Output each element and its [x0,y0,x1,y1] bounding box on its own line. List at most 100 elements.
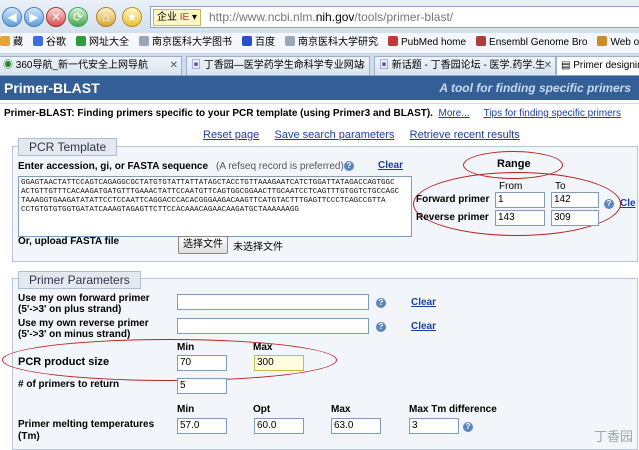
upload-label: Or, upload FASTA file [18,236,120,247]
tab-strip: ◉ 360导航_新一代安全上网导航 ✕ ▣ 丁香园—医学药学生命科学专业网站 ✕ ▣… [0,54,639,76]
reverse-from-input[interactable]: 143 [495,210,545,226]
bookmark-label: 藏 [13,37,23,48]
tab-360-nav[interactable]: ◉ 360导航_新一代安全上网导航 ✕ [0,56,182,75]
num-primers-input[interactable]: 5 [177,378,227,394]
bookmark-label: 南京医科大学图书 [152,37,232,48]
bookmark-item[interactable]: 藏 [0,33,23,53]
bookmark-item[interactable]: 南京医科大学图书 [139,33,232,53]
bookmark-favicon-icon [76,36,86,46]
favorites-star-icon[interactable]: ★ [122,7,142,27]
dxy-logo-icon: ▣ [379,60,389,71]
bookmark-item[interactable]: Web of Science [v.5. [597,33,639,53]
bookmark-favicon-icon [388,36,398,46]
close-tab-icon[interactable]: ✕ [544,57,552,75]
globe-icon: ◉ [3,60,13,71]
own-forward-sublabel: (5'->3' on plus strand) [18,304,122,315]
bookmark-item[interactable]: 谷歌 [33,33,66,53]
range-label: Range [497,158,531,170]
help-icon[interactable]: ? [604,199,614,209]
close-tab-icon[interactable]: ✕ [170,57,178,75]
tips-link[interactable]: Tips for finding specific primers [484,108,621,119]
page-actions: Reset page Save search parameters Retrie… [203,129,520,141]
page-header: Primer-BLAST A tool for finding specific… [0,76,639,100]
forward-primer-range-label: Forward primer [416,194,490,205]
help-icon[interactable]: ? [376,322,386,332]
tm-opt-input[interactable]: 60.0 [254,418,304,434]
tm-min-input[interactable]: 57.0 [177,418,227,434]
close-tab-icon[interactable]: ✕ [358,57,366,75]
primer-parameters-legend: Primer Parameters [18,271,141,289]
tm-min-label: Min [177,404,195,415]
range-to-label: To [555,181,566,192]
file-status: 未选择文件 [233,242,283,253]
bookmark-label: PubMed home [401,37,467,48]
own-forward-label: Use my own forward primer [18,293,150,304]
bookmark-label: Web of Science [v.5. [610,37,639,48]
bookmark-label: 百度 [255,37,275,48]
address-url[interactable]: http://www.ncbi.nlm.nih.gov/tools/primer… [209,10,453,24]
reverse-to-input[interactable]: 309 [551,210,599,226]
tm-opt-label: Opt [253,404,271,415]
page-icon: ▤ [561,60,571,71]
help-icon[interactable]: ? [463,422,473,432]
back-icon[interactable]: ◀ [2,7,22,27]
forward-from-input[interactable]: 1 [495,192,545,208]
product-min-label: Min [177,342,195,353]
bookmark-item[interactable]: 南京医科大学研究 [285,33,378,53]
browser-toolbar: ◀ ▶ ✕ ⟳ ⌂ ★ 企业 IE ▾ http://www.ncbi.nlm.… [0,0,639,34]
bookmark-favicon-icon [285,36,295,46]
refresh-icon[interactable]: ⟳ [68,7,88,27]
product-size-label: PCR product size [18,356,110,368]
bookmark-item[interactable]: 网址大全 [76,33,129,53]
tab-dxy-home[interactable]: ▣ 丁香园—医学药学生命科学专业网站 ✕ [186,56,370,75]
sequence-textarea[interactable]: GGAGTAACTATTCCAGTCAGAGGCGCTATGTGTATTATTA… [18,176,412,237]
clear-reverse-primer-link[interactable]: Clear [411,321,436,332]
tab-dxy-forum[interactable]: ▣ 新话题 - 丁香园论坛 - 医学.药学.生 ✕ [374,56,556,75]
accession-hint: (A refseq record is preferred) [216,161,344,172]
description-bar: Primer-BLAST: Finding primers specific t… [0,103,639,124]
more-link[interactable]: More... [439,108,470,119]
forward-icon[interactable]: ▶ [24,7,44,27]
reverse-primer-range-label: Reverse primer [416,212,489,223]
choose-file-button[interactable]: 选择文件 [178,236,228,254]
reset-page-link[interactable]: Reset page [203,129,259,141]
bookmark-item[interactable]: Ensembl Genome Bro [476,33,587,53]
bookmark-favicon-icon [476,36,487,46]
clear-range-link[interactable]: Cle [620,198,636,209]
num-primers-label: # of primers to return [18,379,120,390]
bookmark-label: Ensembl Genome Bro [489,37,588,48]
bookmark-favicon-icon [139,36,149,46]
clear-forward-primer-link[interactable]: Clear [411,297,436,308]
bookmark-item[interactable]: 百度 [242,33,275,53]
address-bar[interactable]: 企业 IE ▾ http://www.ncbi.nlm.nih.gov/tool… [150,6,639,28]
product-min-input[interactable]: 70 [177,355,227,371]
tm-max-input[interactable]: 63.0 [331,418,381,434]
own-forward-primer-input[interactable] [177,294,369,310]
retrieve-results-link[interactable]: Retrieve recent results [410,129,520,141]
description-text: Primer-BLAST: Finding primers specific t… [4,108,433,119]
bookmark-favicon-icon [0,36,10,46]
page-title: Primer-BLAST [4,80,100,96]
own-reverse-label: Use my own reverse primer [18,318,149,329]
bookmark-item[interactable]: PubMed home [388,33,466,53]
home-icon[interactable]: ⌂ [96,7,116,27]
bookmark-label: 南京医科大学研究 [298,37,378,48]
own-reverse-primer-input[interactable] [177,318,369,334]
bookmark-favicon-icon [597,36,608,46]
help-icon[interactable]: ? [376,298,386,308]
product-max-label: Max [253,342,273,353]
product-max-input[interactable]: 300 [254,355,304,371]
own-reverse-sublabel: (5'->3' on minus strand) [18,329,131,340]
stop-icon[interactable]: ✕ [46,7,66,27]
security-zone-badge[interactable]: 企业 IE ▾ [153,9,202,26]
clear-sequence-link[interactable]: Clear [378,160,403,171]
tab-primer-designing[interactable]: ▤ Primer designing [556,56,639,75]
tm-label: Primer melting temperatures [18,419,155,430]
save-search-link[interactable]: Save search parameters [275,129,395,141]
bookmark-label: 网址大全 [89,37,129,48]
dxy-logo-icon: ▣ [191,60,201,71]
help-icon[interactable]: ? [344,161,354,171]
range-from-label: From [499,181,523,192]
tm-diff-input[interactable]: 3 [409,418,459,434]
forward-to-input[interactable]: 142 [551,192,599,208]
